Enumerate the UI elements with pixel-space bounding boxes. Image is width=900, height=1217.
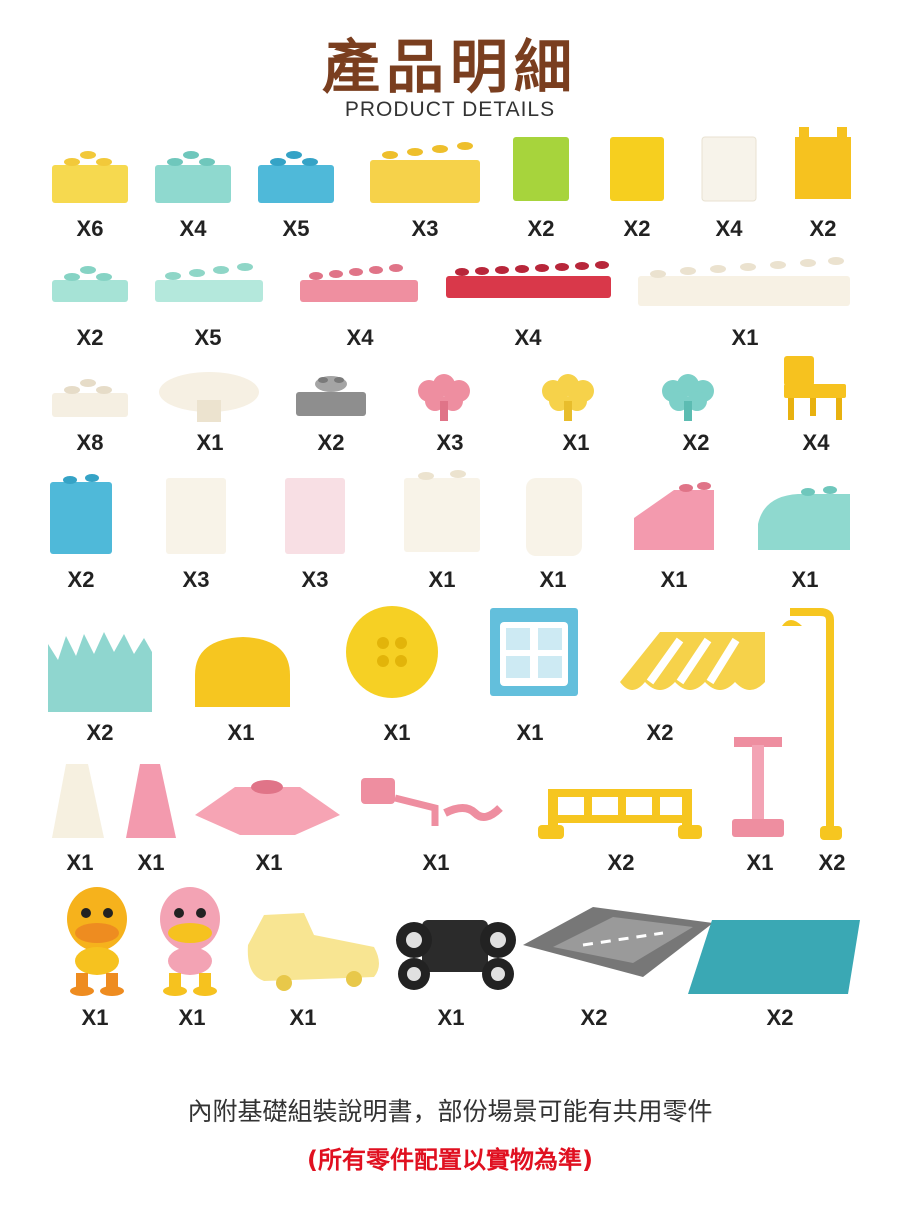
flower-yellow xyxy=(542,374,594,421)
tile-cream xyxy=(701,136,757,202)
qty-label: X2 xyxy=(623,216,651,241)
umbrella-pink xyxy=(195,780,340,835)
duck-figure-pink xyxy=(160,887,220,996)
qty-label: X2 xyxy=(818,850,846,875)
qty-label: X8 xyxy=(76,430,104,455)
tile-yellow xyxy=(610,137,664,201)
qty-label: X5 xyxy=(194,325,222,350)
tile-green xyxy=(513,137,569,201)
qty-label: X1 xyxy=(383,720,411,745)
qty-label: X1 xyxy=(437,1005,465,1030)
qty-label: X2 xyxy=(809,216,837,241)
qty-label: X1 xyxy=(422,850,450,875)
cone-cream xyxy=(52,764,104,838)
baseplate-teal xyxy=(688,920,860,994)
qty-label: X3 xyxy=(436,430,464,455)
window-blue xyxy=(490,608,578,696)
page-subtitle: PRODUCT DETAILS xyxy=(344,98,556,121)
half-dome-yellow xyxy=(195,637,290,707)
flower-pink xyxy=(418,374,470,421)
qty-label: X1 xyxy=(428,567,456,592)
car-body-yellow xyxy=(247,913,379,991)
chair-yellow xyxy=(784,356,846,420)
tall-brick-2x2-cream xyxy=(404,470,480,552)
qty-label: X5 xyxy=(282,216,310,241)
qty-label: X4 xyxy=(715,216,743,241)
tall-brick-light-pink xyxy=(285,478,345,554)
qty-label: X2 xyxy=(646,720,674,745)
qty-label: X1 xyxy=(660,567,688,592)
curved-slope-mint xyxy=(758,486,850,550)
qty-label: X2 xyxy=(86,720,114,745)
arch-yellow xyxy=(795,127,851,199)
slope-pink xyxy=(634,482,714,550)
plate-2x6-pink xyxy=(300,264,418,302)
qty-label: X2 xyxy=(67,567,95,592)
qty-label: X3 xyxy=(411,216,439,241)
street-lamp-yellow xyxy=(782,608,842,840)
qty-label: X1 xyxy=(516,720,544,745)
round-brick-cream xyxy=(526,478,582,556)
instruction-note: 內附基礎組裝說明書，部份場景可能有共用零件 xyxy=(187,1097,713,1126)
brick-2x2-yellow xyxy=(52,151,128,203)
plate-2x4-mint xyxy=(155,263,263,302)
plate-long-cream xyxy=(638,257,850,306)
qty-label: X1 xyxy=(227,720,255,745)
page-title: 產品明細 xyxy=(321,33,578,101)
round-table-cream xyxy=(159,372,259,422)
plate-small-cream xyxy=(52,379,128,417)
qty-label: X3 xyxy=(301,567,329,592)
round-tile-yellow xyxy=(346,606,438,698)
qty-label: X1 xyxy=(562,430,590,455)
qty-label: X1 xyxy=(66,850,94,875)
qty-label: X1 xyxy=(289,1005,317,1030)
cone-pink xyxy=(126,764,176,838)
qty-label: X1 xyxy=(81,1005,109,1030)
qty-label: X2 xyxy=(76,325,104,350)
qty-label: X1 xyxy=(791,567,819,592)
tall-brick-cream xyxy=(166,478,226,554)
disclaimer-note: (所有零件配置以實物為準) xyxy=(307,1146,593,1174)
tall-brick-blue xyxy=(50,474,112,554)
qty-label: X4 xyxy=(179,216,207,241)
qty-label: X1 xyxy=(196,430,224,455)
grass-mint xyxy=(48,632,152,712)
road-plate-grey xyxy=(523,907,713,977)
plate-2x2-mint xyxy=(52,266,128,302)
qty-label: X2 xyxy=(607,850,635,875)
plate-2x8-red xyxy=(446,261,611,298)
qty-label: X1 xyxy=(731,325,759,350)
awning-yellow xyxy=(620,632,765,690)
fence-yellow xyxy=(538,789,702,839)
wheels-black xyxy=(396,920,516,990)
qty-label: X6 xyxy=(76,216,104,241)
qty-label: X1 xyxy=(178,1005,206,1030)
pole-pink xyxy=(732,737,784,837)
hose-pink xyxy=(361,778,503,826)
qty-label: X2 xyxy=(527,216,555,241)
qty-label: X2 xyxy=(766,1005,794,1030)
duck-figure-yellow xyxy=(67,887,127,996)
brick-2x2-blue xyxy=(258,151,334,203)
qty-label: X4 xyxy=(802,430,830,455)
qty-label: X1 xyxy=(539,567,567,592)
qty-label: X2 xyxy=(317,430,345,455)
qty-label: X3 xyxy=(182,567,210,592)
round-plate-grey xyxy=(296,376,366,416)
flower-mint xyxy=(662,374,714,421)
qty-label: X1 xyxy=(746,850,774,875)
qty-label: X2 xyxy=(682,430,710,455)
brick-2x2-mint xyxy=(155,151,231,203)
qty-label: X1 xyxy=(255,850,283,875)
qty-label: X1 xyxy=(137,850,165,875)
brick-2x4-yellow xyxy=(370,142,480,203)
qty-label: X4 xyxy=(514,325,542,350)
qty-label: X4 xyxy=(346,325,374,350)
qty-label: X2 xyxy=(580,1005,608,1030)
